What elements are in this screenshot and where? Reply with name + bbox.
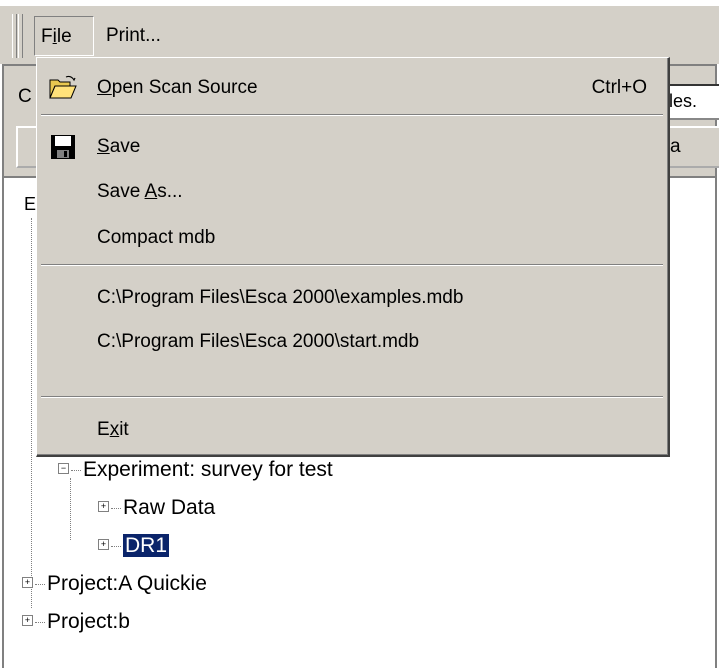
menu-item-save[interactable]: Save (37, 125, 667, 169)
menu-item-save-as[interactable]: Save As... (37, 170, 667, 214)
menu-item-recent-1[interactable]: C:\Program Files\Esca 2000\examples.mdb (37, 276, 667, 320)
menu-separator (41, 264, 663, 266)
open-shortcut-label: Ctrl+O (591, 77, 647, 98)
folder-open-icon (49, 75, 77, 99)
file-combo[interactable]: les. (665, 84, 719, 120)
toolbar-grip[interactable] (12, 14, 17, 58)
menu-separator (41, 114, 663, 116)
title-strip (0, 0, 719, 6)
tree-item-dr1-label: DR1 (123, 534, 170, 557)
compact-mdb-label: Compact mdb (97, 227, 216, 248)
menubar: File Print... (0, 0, 719, 64)
tree-dots (111, 545, 121, 547)
tree-connector-2 (70, 478, 71, 540)
combo-prefix-label: C (18, 86, 32, 107)
tree-item-experiment-label: Experiment: survey for test (83, 458, 333, 481)
menu-print[interactable]: Print... (100, 16, 167, 56)
exit-label: Exit (97, 419, 129, 440)
file-menu-dropdown: Open Scan Source Ctrl+O Save Save As... … (36, 57, 670, 457)
collapse-icon[interactable]: − (58, 462, 69, 474)
recent-file-1-label: C:\Program Files\Esca 2000\examples.mdb (97, 287, 464, 308)
tree-dots (111, 507, 121, 509)
save-as-label: Save As... (97, 181, 183, 202)
tree-dots (71, 469, 81, 471)
menu-file[interactable]: File (34, 16, 94, 56)
tree-item-project-b-label: Project:b (47, 610, 130, 633)
menu-item-compact-mdb[interactable]: Compact mdb (37, 216, 667, 260)
menu-item-exit[interactable]: Exit (37, 408, 667, 452)
tree-dots (35, 621, 45, 623)
tree-item-raw-data[interactable]: + Raw Data (98, 496, 215, 520)
floppy-disk-icon (51, 135, 75, 159)
menu-item-open-scan-source[interactable]: Open Scan Source Ctrl+O (37, 66, 667, 110)
expand-icon[interactable]: + (22, 614, 33, 626)
tree-dots (35, 583, 45, 585)
toolbar-grip-2[interactable] (18, 14, 23, 58)
tree-item-raw-data-label: Raw Data (123, 496, 216, 519)
tree-root-glyph: E (24, 194, 37, 214)
expand-icon[interactable]: + (22, 576, 33, 588)
tree-item-dr1[interactable]: + DR1 (98, 534, 170, 558)
right-button[interactable]: a (664, 126, 719, 168)
tree-connector (31, 218, 32, 608)
tree-item-project-a[interactable]: + Project:A Quickie (22, 572, 207, 596)
save-label: Save (97, 136, 141, 157)
recent-file-2-label: C:\Program Files\Esca 2000\start.mdb (97, 331, 420, 352)
tree-item-experiment[interactable]: − Experiment: survey for test (58, 458, 333, 482)
expand-icon[interactable]: + (98, 538, 109, 550)
menu-separator (41, 396, 663, 398)
menu-file-label: File (41, 26, 72, 47)
expand-icon[interactable]: + (98, 500, 109, 512)
open-scan-source-label: Open Scan Source (97, 77, 258, 98)
tree-item-project-a-label: Project:A Quickie (47, 572, 207, 595)
tree-item-project-b[interactable]: + Project:b (22, 610, 130, 634)
menu-item-recent-2[interactable]: C:\Program Files\Esca 2000\start.mdb (37, 320, 667, 364)
